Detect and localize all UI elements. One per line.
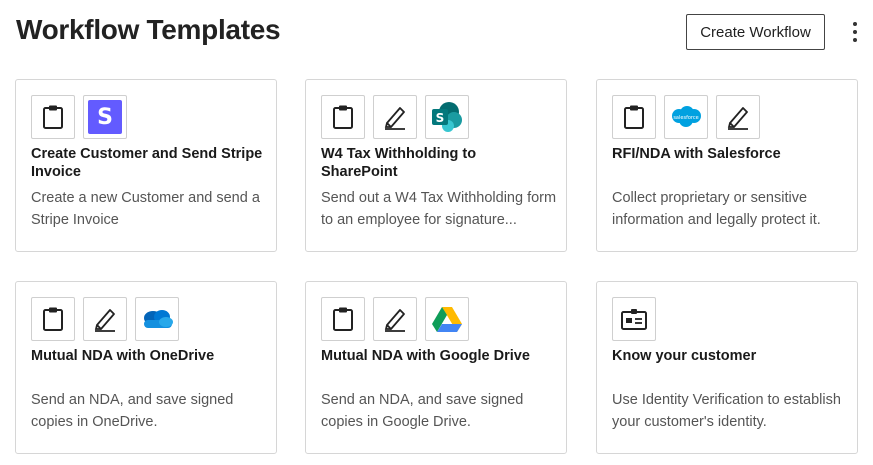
clipboard-icon <box>31 297 75 341</box>
card-icons <box>31 297 179 341</box>
card-description: Create a new Customer and send a Stripe … <box>31 190 260 228</box>
pen-icon <box>83 297 127 341</box>
card-description: Send an NDA, and save signed copies in O… <box>31 392 234 430</box>
template-card-w4-sharepoint[interactable]: S W4 Tax Withholding to SharePoint Send … <box>305 79 567 252</box>
card-description: Use Identity Verification to establish y… <box>612 392 841 430</box>
id-card-icon <box>612 297 656 341</box>
card-icons <box>321 297 469 341</box>
svg-text:salesforce: salesforce <box>673 115 698 121</box>
pen-icon <box>716 95 760 139</box>
google-drive-icon <box>425 297 469 341</box>
card-title: Mutual NDA with OneDrive <box>31 348 215 364</box>
clipboard-icon <box>31 95 75 139</box>
onedrive-icon <box>135 297 179 341</box>
clipboard-icon <box>321 297 365 341</box>
card-title: W4 Tax Withholding to SharePoint <box>321 146 477 180</box>
template-card-nda-google-drive[interactable]: Mutual NDA with Google Drive Send an NDA… <box>305 281 567 454</box>
more-options-icon[interactable] <box>845 20 865 44</box>
svg-text:S: S <box>436 111 445 125</box>
clipboard-icon <box>321 95 365 139</box>
card-title: RFI/NDA with Salesforce <box>612 146 781 162</box>
pen-icon <box>373 297 417 341</box>
stripe-icon: S <box>83 95 127 139</box>
sharepoint-icon: S <box>425 95 469 139</box>
card-icons: S <box>31 95 127 139</box>
card-icons: S <box>321 95 469 139</box>
card-title: Know your customer <box>612 348 757 364</box>
card-title: Mutual NDA with Google Drive <box>321 348 530 364</box>
page-header: Workflow Templates Create Workflow <box>0 0 873 64</box>
card-description: Collect proprietary or sensitive informa… <box>612 190 821 228</box>
template-card-know-your-customer[interactable]: Know your customer Use Identity Verifica… <box>596 281 858 454</box>
page-title: Workflow Templates <box>16 14 281 45</box>
card-title: Create Customer and Send Stripe Invoice <box>31 146 263 180</box>
salesforce-icon: salesforce <box>664 95 708 139</box>
clipboard-icon <box>612 95 656 139</box>
create-workflow-button[interactable]: Create Workflow <box>686 14 825 50</box>
card-icons <box>612 297 656 341</box>
card-description: Send out a W4 Tax Withholding form to an… <box>321 190 557 228</box>
pen-icon <box>373 95 417 139</box>
template-card-nda-onedrive[interactable]: Mutual NDA with OneDrive Send an NDA, an… <box>15 281 277 454</box>
template-card-rfi-salesforce[interactable]: salesforce RFI/NDA with Salesforce Colle… <box>596 79 858 252</box>
template-grid: S Create Customer and Send Stripe Invoic… <box>15 79 858 454</box>
template-card-stripe-invoice[interactable]: S Create Customer and Send Stripe Invoic… <box>15 79 277 252</box>
card-icons: salesforce <box>612 95 760 139</box>
card-description: Send an NDA, and save signed copies in G… <box>321 392 524 430</box>
